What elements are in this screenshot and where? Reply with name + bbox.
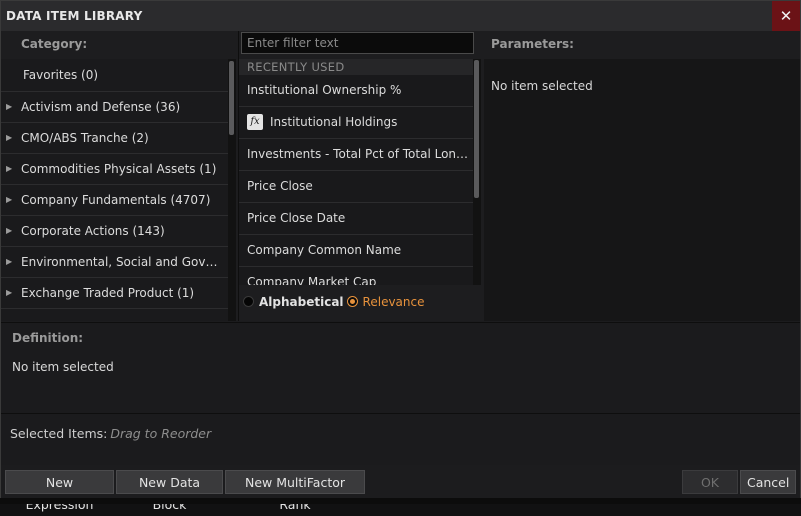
category-item-label: Activism and Defense (36) (21, 100, 181, 114)
item-label: Company Market Cap (247, 275, 377, 285)
category-header: Category: (21, 37, 88, 51)
filter-input[interactable] (241, 32, 474, 54)
category-item-favorites[interactable]: Favorites (0) (1, 59, 228, 92)
category-item-cmo-abs[interactable]: ▶ CMO/ABS Tranche (2) (1, 123, 228, 154)
category-item-label: Environmental, Social and Governance (21, 255, 228, 269)
parameters-body: No item selected (484, 59, 800, 321)
parameters-panel: Parameters: No item selected (484, 31, 800, 321)
function-fx-icon: fx (247, 113, 263, 130)
expand-arrow-icon[interactable]: ▶ (6, 154, 12, 184)
cancel-button[interactable]: Cancel (740, 470, 796, 494)
category-item-company-fundamentals[interactable]: ▶ Company Fundamentals (4707) (1, 185, 228, 216)
items-scrollbar[interactable] (473, 59, 481, 285)
selected-items-title: Selected Items: (10, 426, 108, 441)
items-scrollbar-thumb[interactable] (474, 60, 479, 198)
category-scrollbar[interactable] (228, 59, 236, 321)
list-item[interactable]: Company Market Cap (239, 267, 474, 285)
window-title: DATA ITEM LIBRARY (6, 9, 143, 23)
new-multifactor-rank-button[interactable]: New MultiFactor Rank (225, 470, 365, 512)
category-item-label: Favorites (0) (23, 68, 99, 82)
drag-reorder-hint: Drag to Reorder (110, 426, 212, 441)
data-item-library-window: DATA ITEM LIBRARY ✕ Category: Favorites … (0, 0, 801, 512)
title-bar: DATA ITEM LIBRARY ✕ (1, 1, 800, 32)
item-label: Institutional Holdings (270, 115, 398, 129)
close-button[interactable]: ✕ (772, 1, 800, 31)
category-item-label: CMO/ABS Tranche (2) (21, 131, 149, 145)
list-item[interactable]: fx Institutional Holdings (239, 107, 474, 139)
list-item[interactable]: Price Close (239, 171, 474, 203)
item-label: Institutional Ownership % (247, 83, 402, 97)
selected-items-panel[interactable]: Selected Items: Drag to Reorder (1, 413, 800, 466)
close-icon: ✕ (779, 7, 793, 25)
ok-button[interactable]: OK (682, 470, 738, 494)
data-items-list: RECENTLY USED Institutional Ownership % … (239, 59, 474, 285)
category-item-label: Commodities Physical Assets (1) (21, 162, 217, 176)
category-panel: Category: Favorites (0) ▶ Activism and D… (1, 31, 239, 321)
expand-arrow-icon[interactable]: ▶ (6, 278, 12, 308)
category-item-label: Exchange Traded Product (1) (21, 286, 195, 300)
category-item-corporate-actions[interactable]: ▶ Corporate Actions (143) (1, 216, 228, 247)
parameters-header: Parameters: (491, 37, 574, 51)
parameters-message: No item selected (491, 79, 593, 93)
expand-arrow-icon[interactable]: ▶ (6, 216, 12, 246)
new-data-block-button[interactable]: New Data Block (116, 470, 223, 512)
definition-header: Definition: (12, 331, 84, 345)
category-item-activism[interactable]: ▶ Activism and Defense (36) (1, 92, 228, 123)
data-items-panel: RECENTLY USED Institutional Ownership % … (239, 31, 484, 321)
alphabetical-label[interactable]: Alphabetical (259, 295, 344, 309)
list-item[interactable]: Company Common Name (239, 235, 474, 267)
item-label: Company Common Name (247, 243, 402, 257)
new-expression-button[interactable]: New Expression (5, 470, 114, 512)
recently-used-header: RECENTLY USED (239, 59, 474, 75)
selected-items-label: Selected Items: Drag to Reorder (10, 426, 211, 441)
item-label: Price Close (247, 179, 313, 193)
expand-arrow-icon[interactable]: ▶ (6, 123, 12, 153)
item-label: Investments - Total Pct of Total Long Te… (247, 147, 474, 161)
category-list: Favorites (0) ▶ Activism and Defense (36… (1, 59, 228, 321)
list-item[interactable]: Price Close Date (239, 203, 474, 235)
background-strip (0, 498, 801, 504)
category-item-label: Corporate Actions (143) (21, 224, 165, 238)
expand-arrow-icon[interactable]: ▶ (6, 92, 12, 122)
category-item-commodities[interactable]: ▶ Commodities Physical Assets (1) (1, 154, 228, 185)
relevance-label[interactable]: Relevance (363, 295, 425, 309)
category-item-label: Company Fundamentals (4707) (21, 193, 211, 207)
item-label: Price Close Date (247, 211, 346, 225)
expand-arrow-icon[interactable]: ▶ (6, 185, 12, 215)
category-item-etp[interactable]: ▶ Exchange Traded Product (1) (1, 278, 228, 309)
category-scrollbar-thumb[interactable] (229, 61, 234, 135)
definition-panel: Definition: No item selected (1, 322, 800, 413)
alphabetical-radio[interactable] (243, 296, 254, 307)
list-item[interactable]: Institutional Ownership % (239, 75, 474, 107)
category-item-esg[interactable]: ▶ Environmental, Social and Governance (1, 247, 228, 278)
footer-toolbar: New Expression New Data Block New MultiF… (1, 465, 800, 512)
definition-message: No item selected (12, 360, 114, 374)
list-item[interactable]: Investments - Total Pct of Total Long Te… (239, 139, 474, 171)
sort-options: Alphabetical Relevance (243, 293, 428, 311)
relevance-radio[interactable] (346, 296, 358, 307)
expand-arrow-icon[interactable]: ▶ (6, 247, 12, 277)
